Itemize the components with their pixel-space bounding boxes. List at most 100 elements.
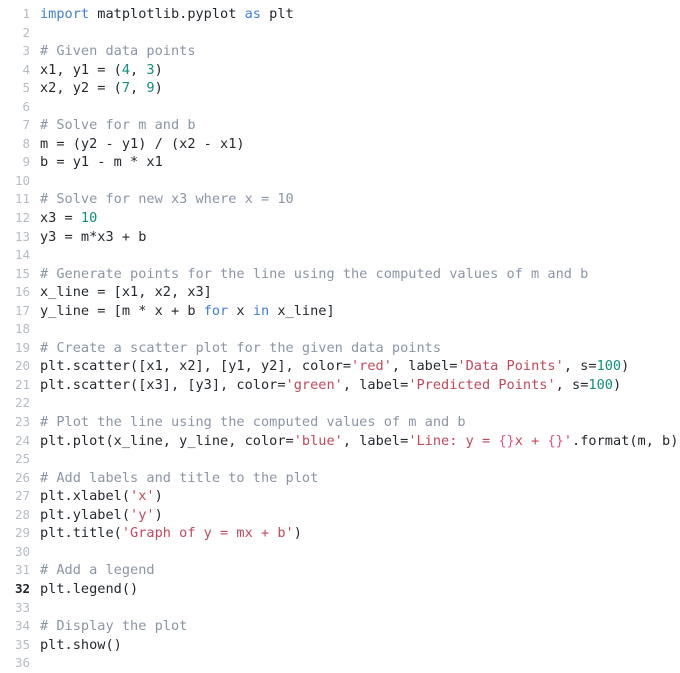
- code-line[interactable]: 24 plt.plot(x_line, y_line, color='blue',…: [0, 432, 680, 451]
- line-number: 16: [14, 284, 30, 300]
- code-line[interactable]: 30: [0, 543, 680, 562]
- code-text: y3 = m*x3 + b: [30, 228, 146, 247]
- token-plain: , label=: [391, 358, 458, 375]
- token-str: 'x': [130, 488, 155, 505]
- token-com: # Solve for new x3 where x = 10: [40, 191, 294, 208]
- token-kw: as: [244, 6, 261, 22]
- code-line[interactable]: 9 b = y1 - m * x1: [0, 153, 680, 172]
- token-com: # Plot the line using the computed value…: [40, 414, 466, 431]
- token-plain: b = y1 - m * x1: [40, 154, 163, 171]
- token-plain: x_line]: [269, 302, 335, 319]
- code-text: x_line = [x1, x2, x3]: [30, 283, 212, 302]
- line-number: 11: [14, 191, 30, 207]
- token-plain: ,: [130, 61, 147, 78]
- token-num: 3: [146, 61, 155, 78]
- code-text: b = y1 - m * x1: [30, 153, 163, 172]
- token-num: 10: [80, 210, 98, 227]
- line-number: 6: [22, 98, 30, 114]
- token-str: 'Predicted Points': [408, 376, 556, 393]
- code-line-list: 1 import matplotlib.pyplot as plt 2 3 # Give…: [0, 5, 680, 673]
- code-line[interactable]: 25: [0, 450, 680, 469]
- code-line[interactable]: 19 # Create a scatter plot for the given …: [0, 339, 680, 358]
- token-str: 'blue': [293, 432, 343, 449]
- line-number: 14: [14, 247, 30, 263]
- line-number: 25: [14, 451, 30, 467]
- token-plain: x: [228, 302, 253, 319]
- code-text: y_line = [m * x + b for x in x_line]: [30, 302, 335, 321]
- line-number: 8: [22, 135, 30, 151]
- token-str: 'y': [130, 506, 155, 523]
- code-text: plt.scatter([x1, x2], [y1, y2], color='r…: [30, 357, 629, 376]
- code-line[interactable]: 3 # Given data points: [0, 42, 680, 61]
- code-line[interactable]: 4 x1, y1 = (4, 3): [0, 61, 680, 80]
- code-line[interactable]: 31 # Add a legend: [0, 561, 680, 580]
- code-line[interactable]: 34 # Display the plot: [0, 617, 680, 636]
- code-line[interactable]: 35 plt.show(): [0, 636, 680, 655]
- code-line[interactable]: 13 y3 = m*x3 + b: [0, 228, 680, 247]
- line-number: 20: [14, 358, 30, 374]
- token-str: 'green': [285, 376, 343, 393]
- code-line[interactable]: 33: [0, 599, 680, 618]
- code-line[interactable]: 29 plt.title('Graph of y = mx + b'): [0, 524, 680, 543]
- line-number: 28: [14, 506, 30, 522]
- line-number: 17: [14, 302, 30, 318]
- code-line[interactable]: 12 x3 = 10: [0, 209, 680, 228]
- code-text: # Add a legend: [30, 561, 155, 580]
- code-text: # Generate points for the line using the…: [30, 265, 588, 284]
- token-fmt: {}: [498, 432, 515, 449]
- code-line[interactable]: 36: [0, 654, 680, 673]
- code-line[interactable]: 5 x2, y2 = (7, 9): [0, 79, 680, 98]
- line-number: 2: [22, 24, 30, 40]
- line-number: 33: [14, 599, 30, 615]
- code-text: plt.ylabel('y'): [30, 506, 163, 525]
- code-text: x2, y2 = (7, 9): [30, 79, 163, 98]
- code-line[interactable]: 22: [0, 394, 680, 413]
- line-number: 32: [14, 580, 30, 596]
- token-plain: y3 = m*x3 + b: [40, 228, 147, 245]
- code-editor[interactable]: 1 import matplotlib.pyplot as plt 2 3 # Give…: [0, 0, 680, 672]
- code-line[interactable]: 6: [0, 98, 680, 117]
- line-number: 35: [14, 636, 30, 652]
- token-plain: m = (y2 - y1) / (x2 - x1): [40, 135, 245, 152]
- code-line[interactable]: 8 m = (y2 - y1) / (x2 - x1): [0, 135, 680, 154]
- code-line[interactable]: 14: [0, 246, 680, 265]
- token-plain: .format(m, b)): [572, 432, 680, 449]
- code-line[interactable]: 1 import matplotlib.pyplot as plt: [0, 5, 680, 24]
- code-line[interactable]: 27 plt.xlabel('x'): [0, 487, 680, 506]
- token-plain: x3 =: [40, 210, 81, 227]
- code-line[interactable]: 17 y_line = [m * x + b for x in x_line]: [0, 302, 680, 321]
- code-line[interactable]: 26 # Add labels and title to the plot: [0, 469, 680, 488]
- line-number: 18: [14, 321, 30, 337]
- line-number: 15: [14, 265, 30, 281]
- code-line[interactable]: 10: [0, 172, 680, 191]
- code-line[interactable]: 2: [0, 24, 680, 43]
- code-line[interactable]: 15 # Generate points for the line using t…: [0, 265, 680, 284]
- code-line[interactable]: 32 plt.legend(): [0, 580, 680, 599]
- token-plain: ): [621, 358, 630, 375]
- code-line[interactable]: 20 plt.scatter([x1, x2], [y1, y2], color=…: [0, 357, 680, 376]
- code-line[interactable]: 11 # Solve for new x3 where x = 10: [0, 190, 680, 209]
- line-number: 12: [14, 210, 30, 226]
- line-number: 19: [14, 339, 30, 355]
- code-line[interactable]: 23 # Plot the line using the computed val…: [0, 413, 680, 432]
- code-line[interactable]: 21 plt.scatter([x3], [y3], color='green',…: [0, 376, 680, 395]
- token-plain: x2, y2 = (: [40, 80, 122, 97]
- code-line[interactable]: 16 x_line = [x1, x2, x3]: [0, 283, 680, 302]
- line-number: 9: [22, 154, 30, 170]
- token-num: 100: [596, 358, 622, 375]
- token-plain: plt: [260, 6, 294, 22]
- code-line[interactable]: 7 # Solve for m and b: [0, 116, 680, 135]
- token-str: 'Line: y =: [408, 432, 499, 449]
- token-plain: ): [293, 525, 302, 542]
- token-str: 'red': [351, 358, 392, 375]
- line-number: 21: [14, 376, 30, 392]
- line-number: 26: [14, 469, 30, 485]
- token-kw: import: [40, 6, 90, 22]
- code-line[interactable]: 18: [0, 320, 680, 339]
- token-com: # Add a legend: [40, 562, 155, 579]
- token-com: # Solve for m and b: [40, 117, 196, 134]
- line-number: 29: [14, 525, 30, 541]
- code-line[interactable]: 28 plt.ylabel('y'): [0, 506, 680, 525]
- token-com: # Add labels and title to the plot: [40, 469, 319, 486]
- token-com: # Display the plot: [40, 618, 188, 635]
